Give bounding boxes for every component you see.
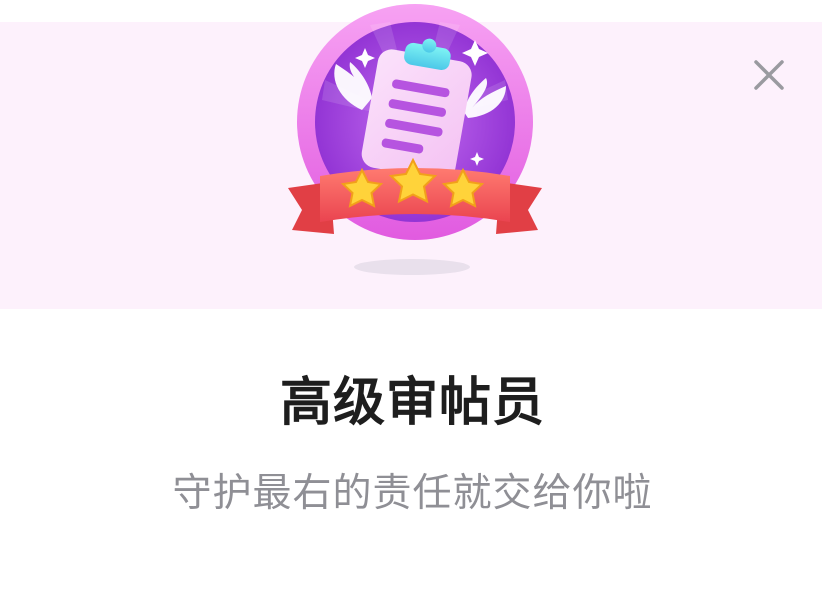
badge-description: 守护最右的责任就交给你啦 (172, 471, 653, 516)
close-icon (754, 60, 784, 90)
close-button[interactable] (744, 52, 794, 102)
badge-title: 高级审帖员 (279, 373, 545, 433)
reviewer-badge-icon (288, 4, 542, 275)
achievement-dialog: 高级审帖员 守护最右的责任就交给你啦 (0, 0, 825, 597)
